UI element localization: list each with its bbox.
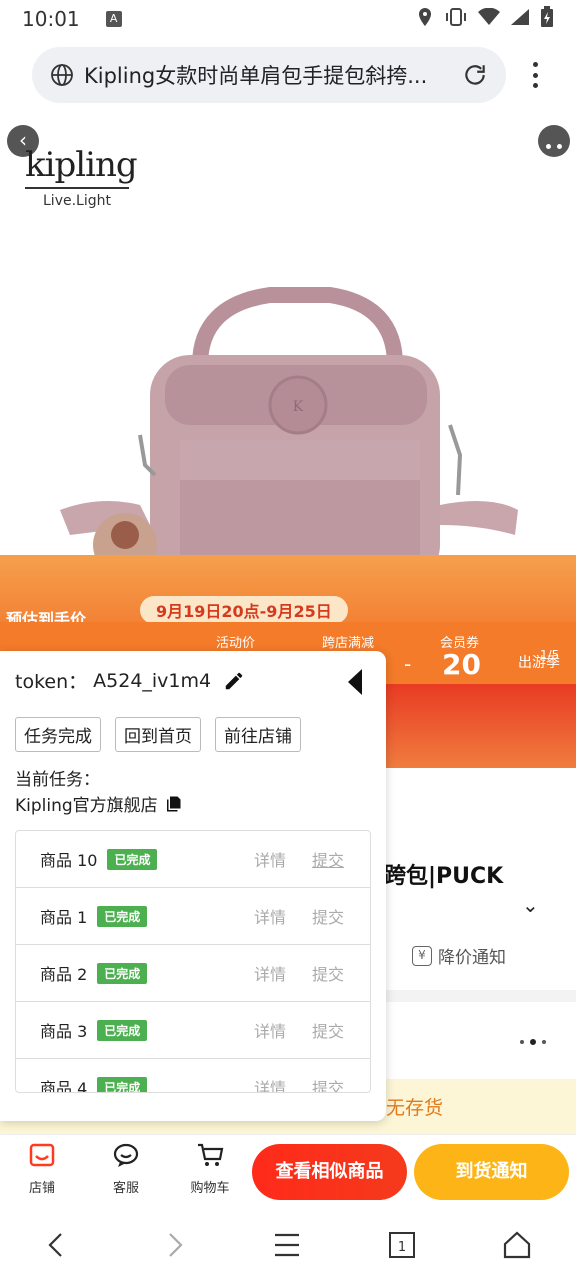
goods-name: 商品 10 <box>40 851 98 870</box>
cart-tab-label: 购物车 <box>190 1181 230 1196</box>
token-row: token： A524_iv1m4 <box>15 667 375 694</box>
price-alert-label: 降价通知 <box>438 948 506 968</box>
url-title[interactable]: Kipling女款时尚单肩包手提包斜挎... <box>84 60 450 90</box>
battery-icon <box>540 5 554 33</box>
hamburger-menu-icon[interactable] <box>270 1228 304 1262</box>
price-alert-icon: ¥ <box>412 945 432 966</box>
submit-link[interactable]: 提交 <box>312 1075 344 1092</box>
list-item: 商品 2 已完成 详情 提交 <box>16 945 370 1002</box>
browser-nav-bar: 1 <box>0 1210 576 1280</box>
goods-name: 商品 2 <box>40 965 88 984</box>
globe-icon <box>51 64 73 86</box>
svg-text:1: 1 <box>398 1240 406 1255</box>
stock-notice: 无存货 <box>386 1097 444 1119</box>
submit-link[interactable]: 提交 <box>312 1018 344 1042</box>
arrival-notice-button[interactable]: 到货通知 <box>414 1144 569 1200</box>
status-badge: 已完成 <box>97 1019 148 1041</box>
shop-tab-label: 店铺 <box>28 1181 55 1196</box>
submit-link[interactable]: 提交 <box>312 904 344 928</box>
submit-link[interactable]: 提交 <box>312 961 344 985</box>
cart-icon <box>198 1143 224 1166</box>
shop-row: Kipling官方旗舰店 <box>15 791 182 816</box>
detail-link[interactable]: 详情 <box>254 847 286 871</box>
more-options-icon[interactable] <box>520 1039 546 1045</box>
location-icon <box>416 7 434 32</box>
minus-sign: - <box>404 652 412 676</box>
list-item: 商品 4 已完成 详情 提交 <box>16 1059 370 1093</box>
view-similar-button[interactable]: 查看相似商品 <box>252 1144 407 1200</box>
product-title: 跨包|PUCK <box>384 864 504 889</box>
collapse-panel-icon[interactable] <box>348 669 362 695</box>
goods-name: 商品 3 <box>40 1022 88 1041</box>
detail-link[interactable]: 详情 <box>254 1018 286 1042</box>
reload-icon[interactable] <box>462 62 488 88</box>
submit-link[interactable]: 提交 <box>312 847 344 871</box>
list-item: 商品 10 已完成 详情 提交 <box>16 831 370 888</box>
promo-date: 9月19日20点-9月25日 <box>140 596 348 624</box>
bottom-action-bar: 店铺 客服 购物车 查看相似商品 到货通知 <box>0 1134 576 1210</box>
home-icon[interactable] <box>500 1228 534 1262</box>
goods-name: 商品 4 <box>40 1079 88 1093</box>
service-tab[interactable]: 客服 <box>96 1141 156 1196</box>
status-icons <box>416 5 554 33</box>
service-tab-label: 客服 <box>112 1181 139 1196</box>
token-value: A524_iv1m4 <box>93 669 212 692</box>
wifi-icon <box>478 7 500 31</box>
member-coupon-value: 20 <box>442 648 481 681</box>
back-home-button[interactable]: 回到首页 <box>115 717 201 752</box>
go-to-shop-button[interactable]: 前往店铺 <box>215 717 301 752</box>
cross-store-label: 跨店满减 <box>322 636 375 651</box>
svg-text:K: K <box>293 399 304 415</box>
shop-name: Kipling官方旗舰店 <box>15 796 158 816</box>
panel-actions: 任务完成 回到首页 前往店铺 <box>15 717 301 752</box>
signal-icon <box>510 7 530 31</box>
browser-menu-icon[interactable] <box>525 58 545 92</box>
task-complete-button[interactable]: 任务完成 <box>15 717 101 752</box>
tabs-icon[interactable]: 1 <box>385 1228 419 1262</box>
address-bar[interactable]: Kipling女款时尚单肩包手提包斜挎... <box>32 47 506 103</box>
detail-link[interactable]: 详情 <box>254 904 286 928</box>
list-item: 商品 1 已完成 详情 提交 <box>16 888 370 945</box>
goods-name: 商品 1 <box>40 908 88 927</box>
detail-link[interactable]: 详情 <box>254 961 286 985</box>
price-alert-button[interactable]: ¥ 降价通知 <box>412 943 506 968</box>
divider <box>386 990 576 1002</box>
chevron-down-icon[interactable]: ⌄ <box>522 893 539 917</box>
goods-list[interactable]: 商品 10 已完成 详情 提交 商品 1 已完成 详情 提交 商品 2 已完成 … <box>15 830 371 1093</box>
back-arrow-icon[interactable] <box>40 1228 74 1262</box>
notification-icon: A <box>105 11 122 27</box>
current-task-label: 当前任务： <box>15 770 100 790</box>
status-badge: 已完成 <box>107 848 158 870</box>
cart-tab[interactable]: 购物车 <box>180 1141 240 1196</box>
forward-arrow-icon[interactable] <box>157 1228 191 1262</box>
shop-icon <box>29 1143 55 1167</box>
shop-tab[interactable]: 店铺 <box>12 1141 72 1196</box>
status-badge: 已完成 <box>97 905 148 927</box>
list-item: 商品 3 已完成 详情 提交 <box>16 1002 370 1059</box>
edit-icon[interactable] <box>223 670 245 692</box>
activity-price-label: 活动价 <box>216 636 256 651</box>
status-badge: 已完成 <box>97 962 148 984</box>
status-badge: 已完成 <box>97 1076 148 1092</box>
task-panel: token： A524_iv1m4 任务完成 回到首页 前往店铺 当前任务： K… <box>0 651 386 1121</box>
copy-icon[interactable] <box>164 795 182 813</box>
swim-season-label: 出游季 <box>518 655 560 671</box>
vibrate-icon <box>444 7 468 32</box>
detail-link[interactable]: 详情 <box>254 1075 286 1092</box>
token-label: token： <box>15 671 88 693</box>
status-time: 10:01 <box>22 7 80 31</box>
chat-icon <box>113 1143 139 1167</box>
status-bar: 10:01 A <box>0 0 576 38</box>
